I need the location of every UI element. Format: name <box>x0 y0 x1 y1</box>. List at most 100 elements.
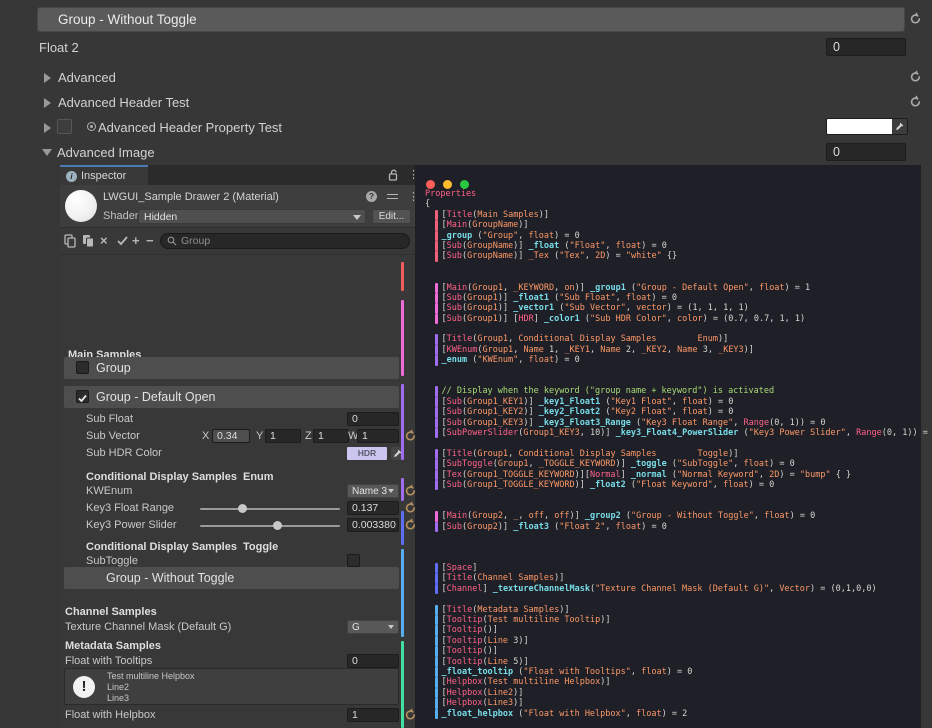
row-group: Group <box>60 357 415 379</box>
revert-icon[interactable] <box>404 429 415 442</box>
group-header-group-default-open[interactable]: Group - Default Open <box>64 386 399 408</box>
code-group-bar <box>435 345 438 355</box>
material-preview-sphere[interactable] <box>65 190 97 222</box>
revert-icon[interactable] <box>909 12 923 26</box>
vector-field-w[interactable]: 1 <box>357 429 399 443</box>
code-line <box>425 532 932 542</box>
value-field[interactable]: 0.003380 <box>347 518 399 532</box>
shader-dropdown[interactable]: Hidden <box>138 209 366 224</box>
code-line: [Sub(Group1_TOGGLE_KEYWORD)] _float2 ("F… <box>425 480 932 490</box>
foldout-arrow-icon[interactable] <box>44 98 51 108</box>
close-window-icon[interactable] <box>426 180 435 189</box>
code-group-bar <box>435 709 438 719</box>
property-label: Float 2 <box>39 40 79 55</box>
group-header-label: Group - Without Toggle <box>106 571 234 585</box>
advanced-image-value-field[interactable]: 0 <box>826 143 906 161</box>
revert-icon[interactable] <box>404 501 415 514</box>
group-header-group-without-toggle[interactable]: Group - Without Toggle <box>64 567 399 589</box>
foldout-row-advanced-image[interactable]: Advanced Image 0 <box>0 143 932 163</box>
code-group-bar-empty <box>435 262 438 272</box>
code-group-bar <box>435 231 438 241</box>
slider-handle[interactable] <box>238 504 247 513</box>
group-color-bar <box>401 300 404 376</box>
foldout-row-advanced[interactable]: Advanced <box>0 68 932 88</box>
object-picker-icon[interactable] <box>87 122 96 131</box>
code-line: [Sub(GroupName)] _float ("Float", float)… <box>425 241 932 251</box>
code-group-bar <box>435 303 438 313</box>
property-label: Texture Channel Mask (Default G) <box>65 621 231 633</box>
float2-value-field[interactable]: 0 <box>826 38 906 56</box>
material-menu-icon[interactable]: ⋮ <box>408 192 415 202</box>
revert-icon[interactable] <box>404 518 415 531</box>
helpbox: !Test multiline HelpboxLine2Line3 <box>64 668 399 705</box>
copy-icon[interactable] <box>64 234 77 248</box>
value-field[interactable]: 1 <box>347 708 399 722</box>
property-label: Key3 Power Slider <box>86 519 177 531</box>
material-title: LWGUI_Sample Drawer 2 (Material) <box>103 191 279 203</box>
presets-icon[interactable] <box>387 192 398 202</box>
vector-field-z[interactable]: 1 <box>313 429 349 443</box>
checkbox-checked[interactable] <box>76 390 89 403</box>
slider-track[interactable] <box>200 508 340 510</box>
code-line: _enum ("KWEnum", float) = 0 <box>425 355 932 365</box>
checkmark-icon[interactable] <box>116 234 129 247</box>
search-input[interactable]: Group <box>160 233 410 249</box>
code-line: [Sub(Group1)] _float1 ("Sub Float", floa… <box>425 293 932 303</box>
foldout-row-advanced-header-test[interactable]: Advanced Header Test <box>0 93 932 113</box>
paste-icon[interactable] <box>82 234 95 248</box>
foldout-arrow-icon[interactable] <box>44 123 51 133</box>
code-group-bar-empty <box>435 501 438 511</box>
slider-handle[interactable] <box>273 521 282 530</box>
code-group-bar <box>435 355 438 365</box>
code-group-bar-empty <box>435 272 438 282</box>
group-header-without-toggle[interactable]: Group - Without Toggle <box>37 7 905 32</box>
value-field[interactable]: 0 <box>347 654 399 668</box>
revert-icon[interactable] <box>404 708 415 721</box>
color-swatch-white[interactable] <box>827 119 892 134</box>
revert-icon[interactable] <box>404 484 415 497</box>
row-sub-vector: Sub VectorX0.34Y1Z1W1 <box>60 429 415 445</box>
dropdown-texture-channel-mask-default-g[interactable]: G <box>347 620 399 634</box>
search-value: Group <box>181 235 210 247</box>
hdr-color-swatch[interactable]: HDR <box>347 447 387 460</box>
tab-inspector[interactable]: i Inspector <box>60 165 148 185</box>
foldout-arrow-icon[interactable] <box>44 73 51 83</box>
code-line <box>425 376 932 386</box>
add-icon[interactable]: + <box>132 234 140 247</box>
edit-shader-button[interactable]: Edit... <box>372 209 411 224</box>
code-line: [Sub(Group1_KEY1)] _key1_Float1 ("Key1 F… <box>425 397 932 407</box>
code-line: [Title(Channel Samples)] <box>425 573 932 583</box>
slider-track[interactable] <box>200 525 340 527</box>
remove-icon[interactable]: − <box>146 234 154 247</box>
color-field[interactable] <box>826 118 908 135</box>
vector-field-x[interactable]: 0.34 <box>212 429 250 443</box>
code-group-bar <box>435 407 438 417</box>
code-line <box>425 438 932 448</box>
search-icon <box>167 236 177 246</box>
code-group-bar-empty <box>435 324 438 334</box>
checkbox-unchecked[interactable] <box>76 361 89 374</box>
collapse-all-icon[interactable]: × <box>100 234 108 247</box>
property-checkbox[interactable] <box>57 119 72 134</box>
maximize-window-icon[interactable] <box>460 180 469 189</box>
vector-field-y[interactable]: 1 <box>265 429 301 443</box>
eyedropper-icon[interactable] <box>892 119 907 134</box>
code-group-bar <box>435 293 438 303</box>
lock-icon[interactable] <box>388 169 399 181</box>
embedded-screenshot: i Inspector ⋮ LWGUI_Sample Drawer 2 (Mat… <box>60 165 921 728</box>
code-line: [Channel] _textureChannelMask("Texture C… <box>425 584 932 594</box>
tab-menu-icon[interactable]: ⋮ <box>408 170 415 180</box>
property-label: SubToggle <box>86 555 138 567</box>
value-field[interactable]: 0.137 <box>347 501 399 515</box>
revert-icon[interactable] <box>909 95 923 109</box>
revert-icon[interactable] <box>909 70 923 84</box>
shader-code-panel: Properties{[Title(Main Samples)][Main(Gr… <box>415 165 921 728</box>
value-field[interactable]: 0 <box>347 412 399 426</box>
code-line: [Tooltip(Test multiline Tooltip)] <box>425 615 932 625</box>
help-icon[interactable]: ? <box>366 191 377 202</box>
checkbox-unchecked[interactable] <box>347 554 360 567</box>
foldout-arrow-icon[interactable] <box>42 149 52 156</box>
group-header-group[interactable]: Group <box>64 357 399 379</box>
dropdown-kwenum[interactable]: Name 3 <box>347 484 399 498</box>
minimize-window-icon[interactable] <box>443 180 452 189</box>
